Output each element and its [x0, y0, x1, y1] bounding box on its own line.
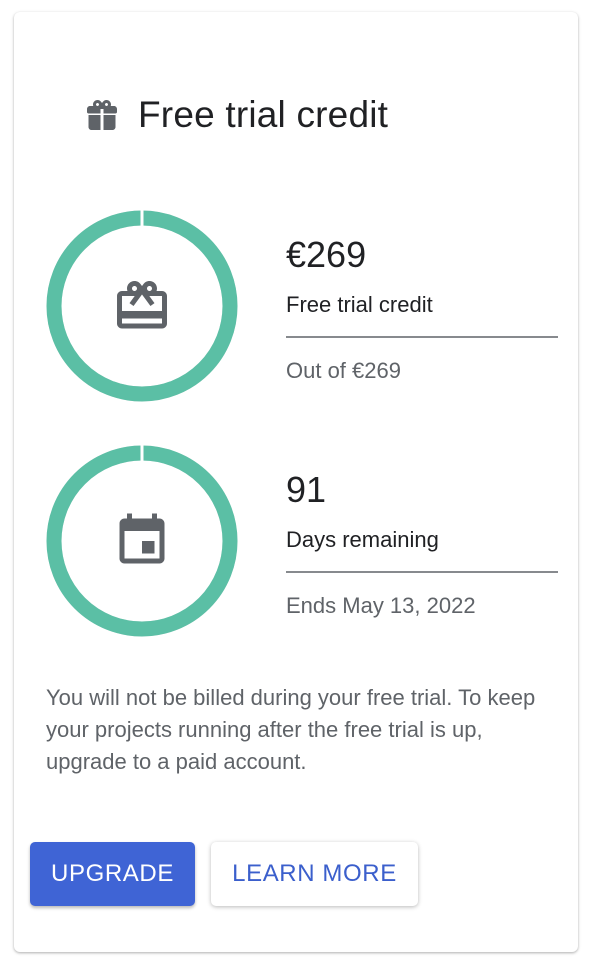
- days-end-date: Ends May 13, 2022: [286, 593, 476, 618]
- days-divider: [286, 571, 558, 573]
- days-stat: 91 Days remaining Ends May 13, 2022: [286, 469, 558, 621]
- upgrade-button[interactable]: UPGRADE: [30, 842, 195, 906]
- learn-more-button[interactable]: LEARN MORE: [211, 842, 418, 906]
- calendar-icon: [119, 513, 165, 564]
- days-progress-ring: [46, 445, 238, 637]
- credit-stat: €269 Free trial credit Out of €269: [286, 234, 558, 386]
- credit-label: Free trial credit: [286, 292, 433, 317]
- gift-card-icon: [117, 281, 167, 329]
- credit-divider: [286, 336, 558, 338]
- credit-total: Out of €269: [286, 358, 401, 383]
- free-trial-card: Free trial credit €269 Free trial credit…: [14, 12, 578, 952]
- days-count: 91: [286, 469, 327, 510]
- credit-amount: €269: [286, 234, 367, 275]
- billing-notice: You will not be billed during your free …: [46, 685, 536, 774]
- days-label: Days remaining: [286, 527, 439, 552]
- gift-icon: [87, 100, 117, 130]
- card-header: Free trial credit: [84, 94, 388, 136]
- credit-progress-ring: [46, 210, 238, 402]
- card-title: Free trial credit: [138, 94, 389, 135]
